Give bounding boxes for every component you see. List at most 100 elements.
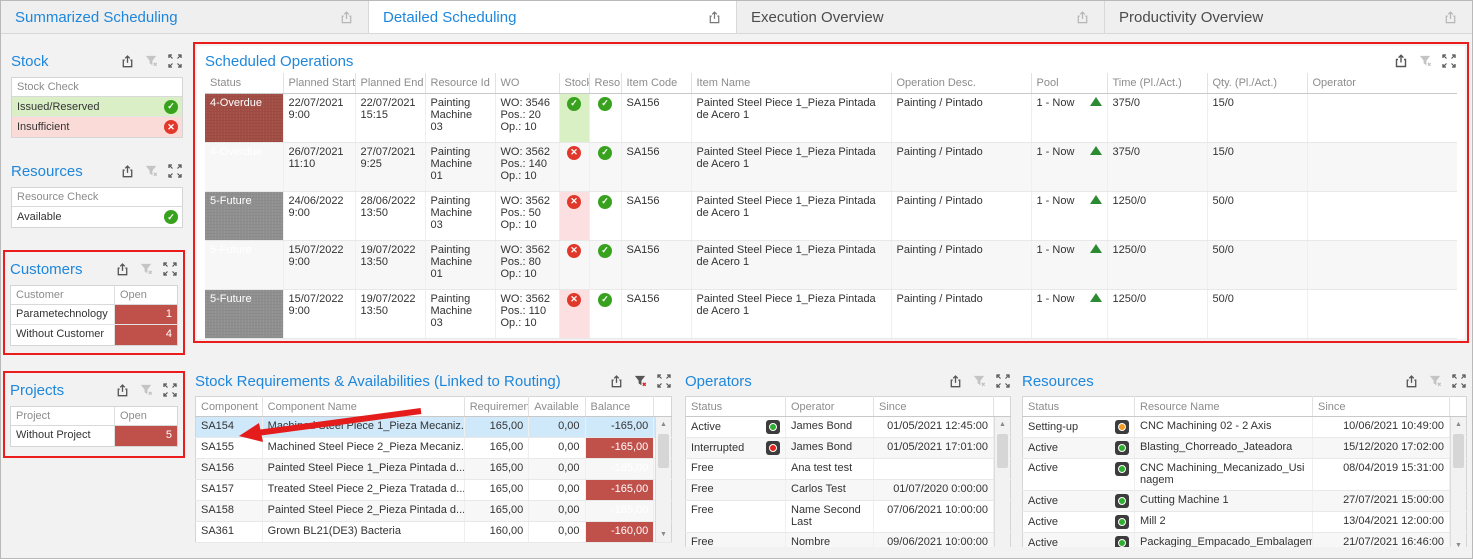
operation-row[interactable]: 4-Overdue 22/07/2021 9:00 22/07/2021 15:… bbox=[205, 93, 1457, 142]
resource-row[interactable]: Setting-up CNC Machining 02 - 2 Axis 10/… bbox=[1023, 417, 1467, 438]
column-header[interactable]: Qty. (Pl./Act.) bbox=[1207, 73, 1307, 93]
column-header[interactable]: Resource Name bbox=[1135, 397, 1313, 417]
export-icon[interactable] bbox=[1403, 373, 1419, 389]
operator-row[interactable]: Free Ana test test bbox=[686, 459, 1011, 480]
customer-row[interactable]: Without Customer 4 bbox=[11, 325, 177, 345]
column-header[interactable]: Operator bbox=[1307, 73, 1457, 93]
column-header[interactable]: Reso... bbox=[589, 73, 621, 93]
clear-filter-icon[interactable] bbox=[1417, 53, 1433, 69]
column-header[interactable]: Balance bbox=[585, 397, 654, 417]
column-header[interactable]: Component bbox=[196, 397, 263, 417]
column-header[interactable]: Stock bbox=[559, 73, 589, 93]
operator-row[interactable]: Interrupted James Bond 01/05/2021 17:01:… bbox=[686, 438, 1011, 459]
operator-row[interactable]: Free Name Second Last 07/06/2021 10:00:0… bbox=[686, 501, 1011, 533]
clear-filter-icon[interactable] bbox=[143, 163, 159, 179]
column-header[interactable]: Planned Start bbox=[283, 73, 355, 93]
expand-icon[interactable] bbox=[1441, 53, 1457, 69]
scroll-down-button[interactable]: ▼ bbox=[656, 527, 671, 542]
tab-detailed-scheduling[interactable]: Detailed Scheduling bbox=[369, 1, 737, 33]
expand-icon[interactable] bbox=[162, 382, 178, 398]
export-icon[interactable] bbox=[114, 382, 130, 398]
scroll-up-button[interactable]: ▲ bbox=[656, 417, 671, 432]
resource-ok-icon: ✓ bbox=[598, 244, 612, 258]
export-icon[interactable] bbox=[947, 373, 963, 389]
column-header[interactable]: Available bbox=[529, 397, 585, 417]
clear-filter-icon[interactable] bbox=[143, 53, 159, 69]
expand-icon[interactable] bbox=[167, 53, 183, 69]
column-header[interactable]: Operation Desc. bbox=[891, 73, 1031, 93]
expand-icon[interactable] bbox=[995, 373, 1011, 389]
column-header[interactable]: Status bbox=[1023, 397, 1135, 417]
operator-row[interactable]: Free Nombre Apellido 09/06/2021 10:00:00 bbox=[686, 533, 1011, 548]
resource-row[interactable]: Active CNC Machining_Mecanizado_Usinagem… bbox=[1023, 459, 1467, 491]
resource-row[interactable]: Active Packaging_Empacado_Embalagem 21/0… bbox=[1023, 533, 1467, 548]
operation-row[interactable]: 5-Future 15/07/2022 9:00 19/07/2022 13:5… bbox=[205, 289, 1457, 338]
export-icon[interactable] bbox=[1074, 9, 1090, 25]
clear-filter-active-icon[interactable] bbox=[632, 373, 648, 389]
column-header[interactable]: Operator bbox=[786, 397, 874, 417]
resource-row-available[interactable]: Available ✓ bbox=[12, 207, 182, 227]
vertical-scrollbar[interactable]: ▲ ▼ bbox=[1450, 417, 1466, 547]
resource-row[interactable]: Active Blasting_Chorreado_Jateadora 15/1… bbox=[1023, 438, 1467, 459]
column-header[interactable]: Resource Id bbox=[425, 73, 495, 93]
scrollbar-thumb[interactable] bbox=[997, 434, 1008, 468]
customer-row[interactable]: Parametechnology 1 bbox=[11, 305, 177, 325]
tab-productivity-overview[interactable]: Productivity Overview bbox=[1105, 1, 1472, 33]
component-row[interactable]: SA158 Painted Steel Piece 2_Pieza Pintad… bbox=[196, 501, 672, 522]
tab-execution-overview[interactable]: Execution Overview bbox=[737, 1, 1105, 33]
clear-filter-icon[interactable] bbox=[138, 382, 154, 398]
component-row[interactable]: SA157 Treated Steel Piece 2_Pieza Tratad… bbox=[196, 480, 672, 501]
scroll-up-button[interactable]: ▲ bbox=[995, 417, 1010, 432]
column-header[interactable]: Planned End bbox=[355, 73, 425, 93]
scroll-up-button[interactable]: ▲ bbox=[1451, 417, 1466, 432]
expand-icon[interactable] bbox=[1451, 373, 1467, 389]
clear-filter-icon[interactable] bbox=[971, 373, 987, 389]
column-header[interactable]: Component Name bbox=[262, 397, 464, 417]
column-header[interactable]: Requirement bbox=[464, 397, 529, 417]
stock-row-issued-reserved[interactable]: Issued/Reserved ✓ bbox=[12, 97, 182, 117]
operation-row[interactable]: 5-Future 24/06/2022 9:00 28/06/2022 13:5… bbox=[205, 191, 1457, 240]
resource-ok-icon: ✓ bbox=[598, 195, 612, 209]
column-header[interactable]: Pool bbox=[1031, 73, 1107, 93]
export-icon[interactable] bbox=[608, 373, 624, 389]
operator-row[interactable]: Free Carlos Test 01/07/2020 0:00:00 bbox=[686, 480, 1011, 501]
tab-summarized-scheduling[interactable]: Summarized Scheduling bbox=[1, 1, 369, 33]
column-header[interactable]: WO bbox=[495, 73, 559, 93]
stock-row-insufficient[interactable]: Insufficient ✕ bbox=[12, 117, 182, 137]
export-icon[interactable] bbox=[119, 53, 135, 69]
operation-row[interactable]: 4-Overdue 26/07/2021 11:10 27/07/2021 9:… bbox=[205, 142, 1457, 191]
operators-table: Status Operator Since Active James Bond … bbox=[685, 396, 1011, 547]
vertical-scrollbar[interactable]: ▲ ▼ bbox=[994, 417, 1010, 547]
component-row[interactable]: SA154 Machined Steel Piece 1_Pieza Mecan… bbox=[196, 417, 672, 438]
export-icon[interactable] bbox=[706, 9, 722, 25]
resource-row[interactable]: Active Mill 2 13/04/2021 12:00:00 bbox=[1023, 512, 1467, 533]
project-row[interactable]: Without Project 5 bbox=[11, 426, 177, 446]
clear-filter-icon[interactable] bbox=[1427, 373, 1443, 389]
export-icon[interactable] bbox=[1393, 53, 1409, 69]
export-icon[interactable] bbox=[114, 261, 130, 277]
column-header[interactable]: Since bbox=[874, 397, 994, 417]
export-icon[interactable] bbox=[119, 163, 135, 179]
operation-row[interactable]: 5-Future 15/07/2022 9:00 19/07/2022 13:5… bbox=[205, 240, 1457, 289]
column-header[interactable]: Since bbox=[1313, 397, 1450, 417]
component-row[interactable]: SA155 Machined Steel Piece 2_Pieza Mecan… bbox=[196, 438, 672, 459]
expand-icon[interactable] bbox=[167, 163, 183, 179]
export-icon[interactable] bbox=[338, 9, 354, 25]
component-row[interactable]: SA156 Painted Steel Piece 1_Pieza Pintad… bbox=[196, 459, 672, 480]
scrollbar-thumb[interactable] bbox=[1453, 434, 1464, 468]
column-header[interactable]: Time (Pl./Act.) bbox=[1107, 73, 1207, 93]
expand-icon[interactable] bbox=[656, 373, 672, 389]
operator-row[interactable]: Active James Bond 01/05/2021 12:45:00 bbox=[686, 417, 1011, 438]
resource-row[interactable]: Active Cutting Machine 1 27/07/2021 15:0… bbox=[1023, 491, 1467, 512]
expand-icon[interactable] bbox=[162, 261, 178, 277]
scroll-down-button[interactable]: ▼ bbox=[1451, 538, 1466, 547]
scrollbar-thumb[interactable] bbox=[658, 434, 669, 468]
column-header[interactable]: Status bbox=[686, 397, 786, 417]
column-header[interactable]: Item Code bbox=[621, 73, 691, 93]
column-header[interactable]: Item Name bbox=[691, 73, 891, 93]
component-row[interactable]: SA361 Grown BL21(DE3) Bacteria 160,00 0,… bbox=[196, 522, 672, 543]
clear-filter-icon[interactable] bbox=[138, 261, 154, 277]
export-icon[interactable] bbox=[1442, 9, 1458, 25]
vertical-scrollbar[interactable]: ▲ ▼ bbox=[655, 417, 671, 542]
column-header[interactable]: Status bbox=[205, 73, 283, 93]
